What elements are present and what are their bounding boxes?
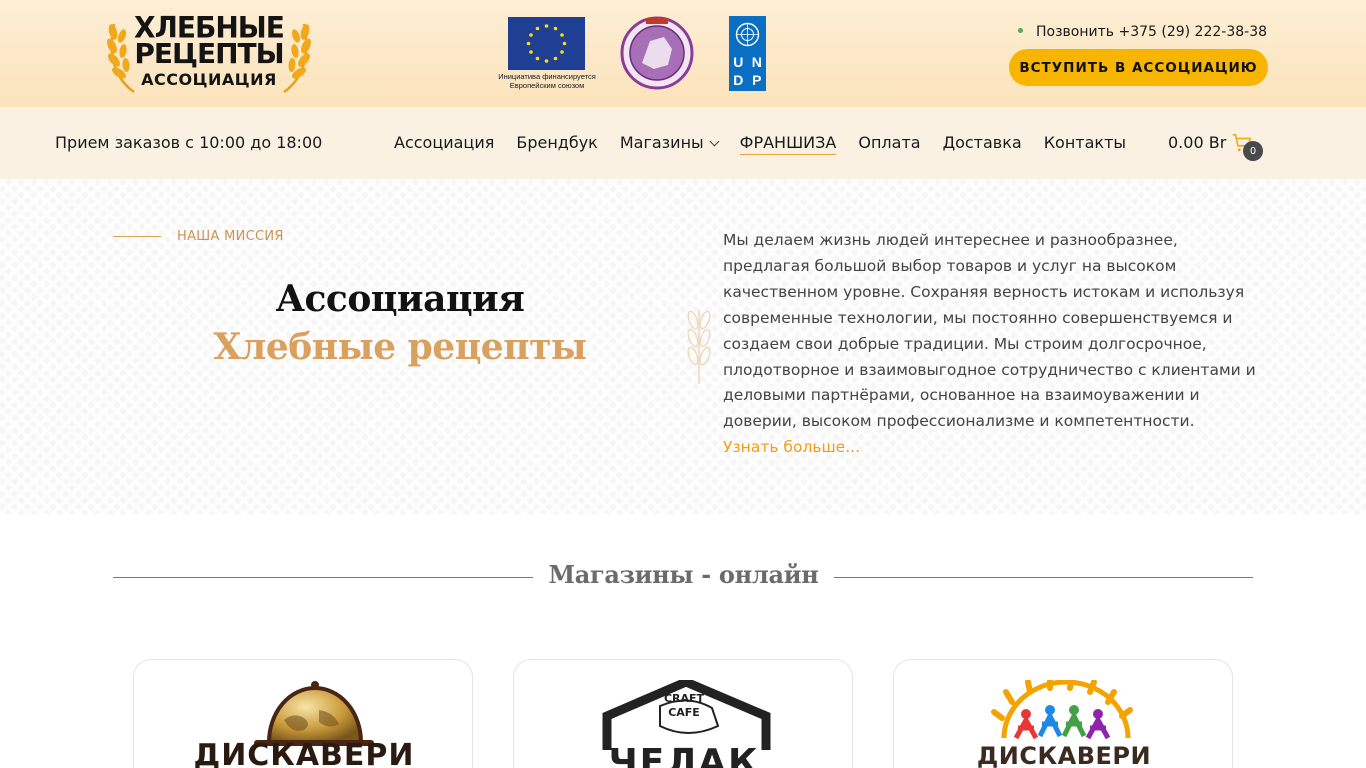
phone-link[interactable]: Позвонить +375 (29) 222-38-38 bbox=[1018, 24, 1267, 42]
cart-total: 0.00 Br bbox=[1168, 133, 1227, 152]
logo-line-1: ХЛЕБНЫЕ bbox=[134, 10, 285, 45]
wheat-icon bbox=[283, 23, 311, 94]
nav-item-delivery[interactable]: Доставка bbox=[943, 133, 1022, 155]
logo-wordmark: ХЛЕБНЫЕ РЕЦЕПТЫ АССОЦИАЦИЯ bbox=[134, 10, 285, 89]
discovery-logo: ДИСКАВЕРИ bbox=[134, 680, 472, 768]
mission-paragraph: Мы делаем жизнь людей интереснее и разно… bbox=[723, 231, 1256, 431]
mission-section: НАША МИССИЯ Ассоциация Хлебные рецепты М… bbox=[0, 179, 1366, 514]
eu-caption: Инициатива финансируется Европейским сою… bbox=[498, 72, 596, 90]
cart-count-badge: 0 bbox=[1243, 141, 1263, 161]
mission-description: Мы делаем жизнь людей интереснее и разно… bbox=[723, 228, 1263, 461]
shops-heading-row: Магазины - онлайн bbox=[113, 560, 1253, 594]
mission-title: Ассоциация Хлебные рецепты bbox=[130, 275, 670, 371]
main-nav: Прием заказов с 10:00 до 18:00 Ассоциаци… bbox=[0, 107, 1366, 179]
shop-name: ДИСКАВЕРИ bbox=[193, 738, 415, 768]
order-hours: Прием заказов с 10:00 до 18:00 bbox=[55, 133, 323, 152]
bullet-icon bbox=[1018, 27, 1023, 33]
shop-name: ЧЕЛАК bbox=[608, 742, 760, 768]
undp-letter: D bbox=[733, 72, 744, 88]
discovery-kids-logo: ДИСКАВЕРИ bbox=[894, 680, 1232, 768]
nav-item-franchise[interactable]: ФРАНШИЗА bbox=[739, 133, 837, 155]
un-emblem-icon bbox=[735, 22, 760, 47]
chevron-down-icon bbox=[709, 136, 720, 147]
join-association-button[interactable]: ВСТУПИТЬ В АССОЦИАЦИЮ bbox=[1009, 49, 1268, 86]
chelak-logo: CRAFT CAFE ЧЕЛАК bbox=[514, 680, 852, 768]
undp-letter: N bbox=[751, 54, 762, 70]
eu-flag-icon bbox=[508, 17, 585, 70]
cart-link[interactable]: 0.00 Br 0 bbox=[1168, 133, 1263, 161]
logo-line-3: АССОЦИАЦИЯ bbox=[141, 70, 277, 89]
nav-item-association[interactable]: Ассоциация bbox=[394, 133, 494, 155]
learn-more-link[interactable]: Узнать больше... bbox=[723, 435, 1263, 461]
shop-card-chelak[interactable]: CRAFT CAFE ЧЕЛАК bbox=[513, 659, 853, 768]
phone-text: Позвонить +375 (29) 222-38-38 bbox=[1036, 24, 1268, 40]
shop-card-discovery[interactable]: ДИСКАВЕРИ bbox=[133, 659, 473, 768]
site-logo[interactable]: ХЛЕБНЫЕ РЕЦЕПТЫ АССОЦИАЦИЯ bbox=[104, 12, 314, 94]
nav-item-contacts[interactable]: Контакты bbox=[1044, 133, 1126, 155]
nav-item-payment[interactable]: Оплата bbox=[858, 133, 920, 155]
eyebrow-text: НАША МИССИЯ bbox=[177, 229, 284, 244]
mission-title-line-1: Ассоциация bbox=[275, 278, 525, 320]
shop-badge-line-2: CAFE bbox=[668, 706, 700, 719]
shops-heading: Магазины - онлайн bbox=[548, 560, 819, 589]
undp-letter: P bbox=[752, 72, 762, 88]
eyebrow-divider bbox=[113, 236, 161, 237]
ministry-seal-icon bbox=[620, 16, 694, 90]
mission-eyebrow: НАША МИССИЯ bbox=[113, 229, 284, 244]
undp-letter: U bbox=[733, 54, 744, 70]
shop-badge-line-1: CRAFT bbox=[663, 692, 705, 705]
mission-title-line-2: Хлебные рецепты bbox=[213, 326, 587, 368]
undp-logo: U N D P bbox=[729, 16, 766, 91]
nav-menu: Ассоциация Брендбук Магазины ФРАНШИЗА Оп… bbox=[394, 133, 1148, 155]
nav-item-shops-label: Магазины bbox=[619, 133, 704, 152]
nav-item-shops[interactable]: Магазины bbox=[619, 133, 720, 155]
shop-card-discovery-kids[interactable]: ДИСКАВЕРИ bbox=[893, 659, 1233, 768]
nav-item-brandbook[interactable]: Брендбук bbox=[516, 133, 598, 155]
shop-name: ДИСКАВЕРИ bbox=[976, 742, 1152, 768]
heading-divider-right bbox=[834, 577, 1253, 578]
wheat-decor-icon bbox=[687, 310, 711, 384]
top-header: ХЛЕБНЫЕ РЕЦЕПТЫ АССОЦИАЦИЯ Инициатива фи… bbox=[0, 0, 1366, 107]
heading-divider-left bbox=[113, 577, 533, 578]
